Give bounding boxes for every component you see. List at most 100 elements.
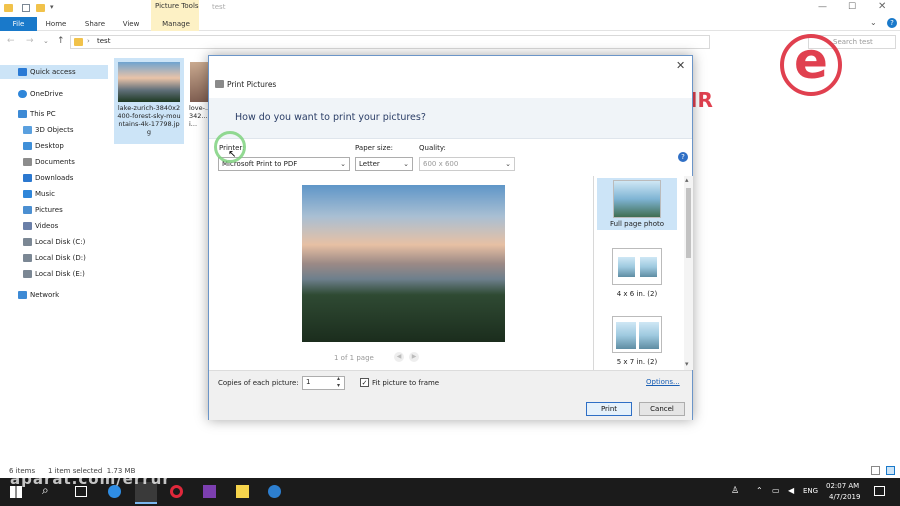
layout-thumbnail (613, 180, 661, 218)
sidebar-item-disk-c[interactable]: Local Disk (C:) (0, 235, 108, 249)
pictures-icon (23, 206, 32, 214)
tab-share[interactable]: Share (80, 17, 110, 31)
file-item[interactable]: lake-zurich-3840x2400-forest-sky-mountai… (114, 58, 184, 144)
download-icon (23, 174, 32, 182)
sidebar-item-downloads[interactable]: Downloads (0, 171, 108, 185)
options-link[interactable]: Options... (646, 378, 680, 386)
tab-file[interactable]: File (0, 17, 37, 31)
minimize-button[interactable]: — (818, 2, 827, 12)
layout-option-4x6[interactable]: 4 x 6 in. (2) (597, 248, 677, 300)
tray-arrow-icon[interactable]: ⌃ (756, 486, 763, 495)
desktop-icon (23, 142, 32, 150)
sidebar-item-disk-e[interactable]: Local Disk (E:) (0, 267, 108, 281)
forward-icon[interactable]: → (26, 36, 34, 46)
layout-label: 4 x 6 in. (2) (616, 290, 658, 298)
dropdown-icon[interactable]: ▾ (50, 3, 54, 11)
folder-icon (74, 38, 83, 46)
sidebar-item-pictures[interactable]: Pictures (0, 203, 108, 217)
notifications-icon[interactable] (874, 486, 885, 496)
next-page-button[interactable]: ▶ (409, 352, 419, 362)
new-folder-icon[interactable] (36, 4, 45, 12)
sidebar-item-disk-d[interactable]: Local Disk (D:) (0, 251, 108, 265)
dialog-close-icon[interactable]: ✕ (676, 59, 685, 72)
sidebar-item-music[interactable]: Music (0, 187, 108, 201)
copies-label: Copies of each picture: (218, 379, 299, 387)
back-icon[interactable]: ← (7, 36, 15, 46)
watermark-logo: IR e (690, 22, 880, 122)
layout-thumbnail-photo (639, 322, 659, 349)
layout-list: Full page photo 4 x 6 in. (2) 5 x 7 in. … (593, 176, 693, 370)
opera-icon[interactable] (170, 485, 183, 498)
sidebar-item-this-pc[interactable]: This PC (0, 107, 108, 121)
screen: ▾ test — ☐ ✕ Picture Tools File Home Sha… (0, 0, 900, 506)
previous-page-button[interactable]: ◀ (394, 352, 404, 362)
layout-thumbnail-photo (618, 257, 635, 277)
print-pictures-dialog: Print Pictures ✕ How do you want to prin… (208, 55, 693, 420)
scroll-up-icon[interactable]: ▴ (685, 176, 689, 184)
layout-scrollbar[interactable]: ▴ ▾ (684, 176, 693, 370)
stepper-up-icon[interactable]: ▴ (337, 375, 340, 382)
tab-view[interactable]: View (116, 17, 146, 31)
navigation-pane: Quick access OneDrive This PC 3D Objects… (0, 60, 110, 460)
sidebar-item-quick-access[interactable]: Quick access (0, 65, 108, 79)
document-icon (23, 158, 32, 166)
context-tab-group-label: Picture Tools (155, 2, 199, 10)
visual-studio-icon[interactable] (203, 485, 216, 498)
scroll-thumb[interactable] (686, 188, 691, 258)
close-button[interactable]: ✕ (878, 1, 886, 12)
file-thumbnail (118, 62, 180, 102)
print-button[interactable]: Print (586, 402, 632, 416)
paper-size-select[interactable]: Letter ⌄ (355, 157, 413, 171)
pc-icon (18, 110, 27, 118)
fit-checkbox[interactable]: ✓ (360, 378, 369, 387)
clock-time[interactable]: 02:07 AM (826, 482, 859, 490)
paper-size-label: Paper size: (355, 144, 393, 152)
sidebar-item-desktop[interactable]: Desktop (0, 139, 108, 153)
properties-icon[interactable] (22, 4, 30, 12)
videos-icon (23, 222, 32, 230)
network-icon[interactable]: ▭ (772, 486, 780, 495)
recent-icon[interactable]: ⌄ (43, 37, 49, 45)
layout-thumbnail-photo (616, 322, 636, 349)
copies-value: 1 (306, 378, 311, 386)
sidebar-item-3d-objects[interactable]: 3D Objects (0, 123, 108, 137)
people-icon[interactable]: ♙ (731, 486, 739, 496)
address-box[interactable]: › test (70, 35, 710, 49)
sticky-notes-icon[interactable] (236, 485, 249, 498)
help-icon[interactable]: ? (678, 152, 688, 162)
help-icon[interactable]: ? (887, 18, 897, 28)
sidebar-item-network[interactable]: Network (0, 288, 108, 302)
file-thumbnail (190, 62, 208, 102)
file-item[interactable]: love-...x342...pari... (186, 58, 208, 144)
tab-home[interactable]: Home (41, 17, 71, 31)
chevron-right-icon: › (87, 37, 90, 45)
watermark-logo-text: IR (690, 88, 713, 112)
window-title: test (212, 3, 226, 11)
tab-manage[interactable]: Manage (156, 17, 196, 31)
dialog-instruction-band: How do you want to print your pictures? (209, 98, 692, 138)
layout-label: 5 x 7 in. (2) (616, 358, 658, 366)
stepper-down-icon[interactable]: ▾ (337, 382, 340, 389)
details-view-icon[interactable] (871, 466, 880, 475)
taskbar: ⌕ aparat.com/errur ♙ ⌃ ▭ ◀ ENG 02:07 AM … (0, 470, 900, 506)
copies-stepper[interactable]: 1 ▴ ▾ (302, 375, 345, 390)
network-icon (18, 291, 27, 299)
up-icon[interactable]: ↑ (57, 36, 65, 46)
sidebar-item-onedrive[interactable]: OneDrive (0, 87, 108, 101)
layout-option-5x7[interactable]: 5 x 7 in. (2) (597, 316, 677, 368)
cancel-button[interactable]: Cancel (639, 402, 685, 416)
large-icons-view-icon[interactable] (886, 466, 895, 475)
quality-select[interactable]: 600 x 600 ⌄ (419, 157, 515, 171)
disk-icon (23, 238, 32, 246)
layout-option-full-page[interactable]: Full page photo (597, 178, 677, 230)
sidebar-item-documents[interactable]: Documents (0, 155, 108, 169)
scroll-down-icon[interactable]: ▾ (685, 360, 689, 368)
sidebar-item-videos[interactable]: Videos (0, 219, 108, 233)
volume-icon[interactable]: ◀ (788, 486, 794, 495)
app-bird-icon[interactable] (268, 485, 281, 498)
clock-date[interactable]: 4/7/2019 (829, 493, 860, 501)
address-path: test (97, 37, 111, 45)
language-indicator[interactable]: ENG (803, 487, 818, 495)
maximize-button[interactable]: ☐ (848, 2, 856, 12)
fit-label: Fit picture to frame (372, 379, 440, 387)
